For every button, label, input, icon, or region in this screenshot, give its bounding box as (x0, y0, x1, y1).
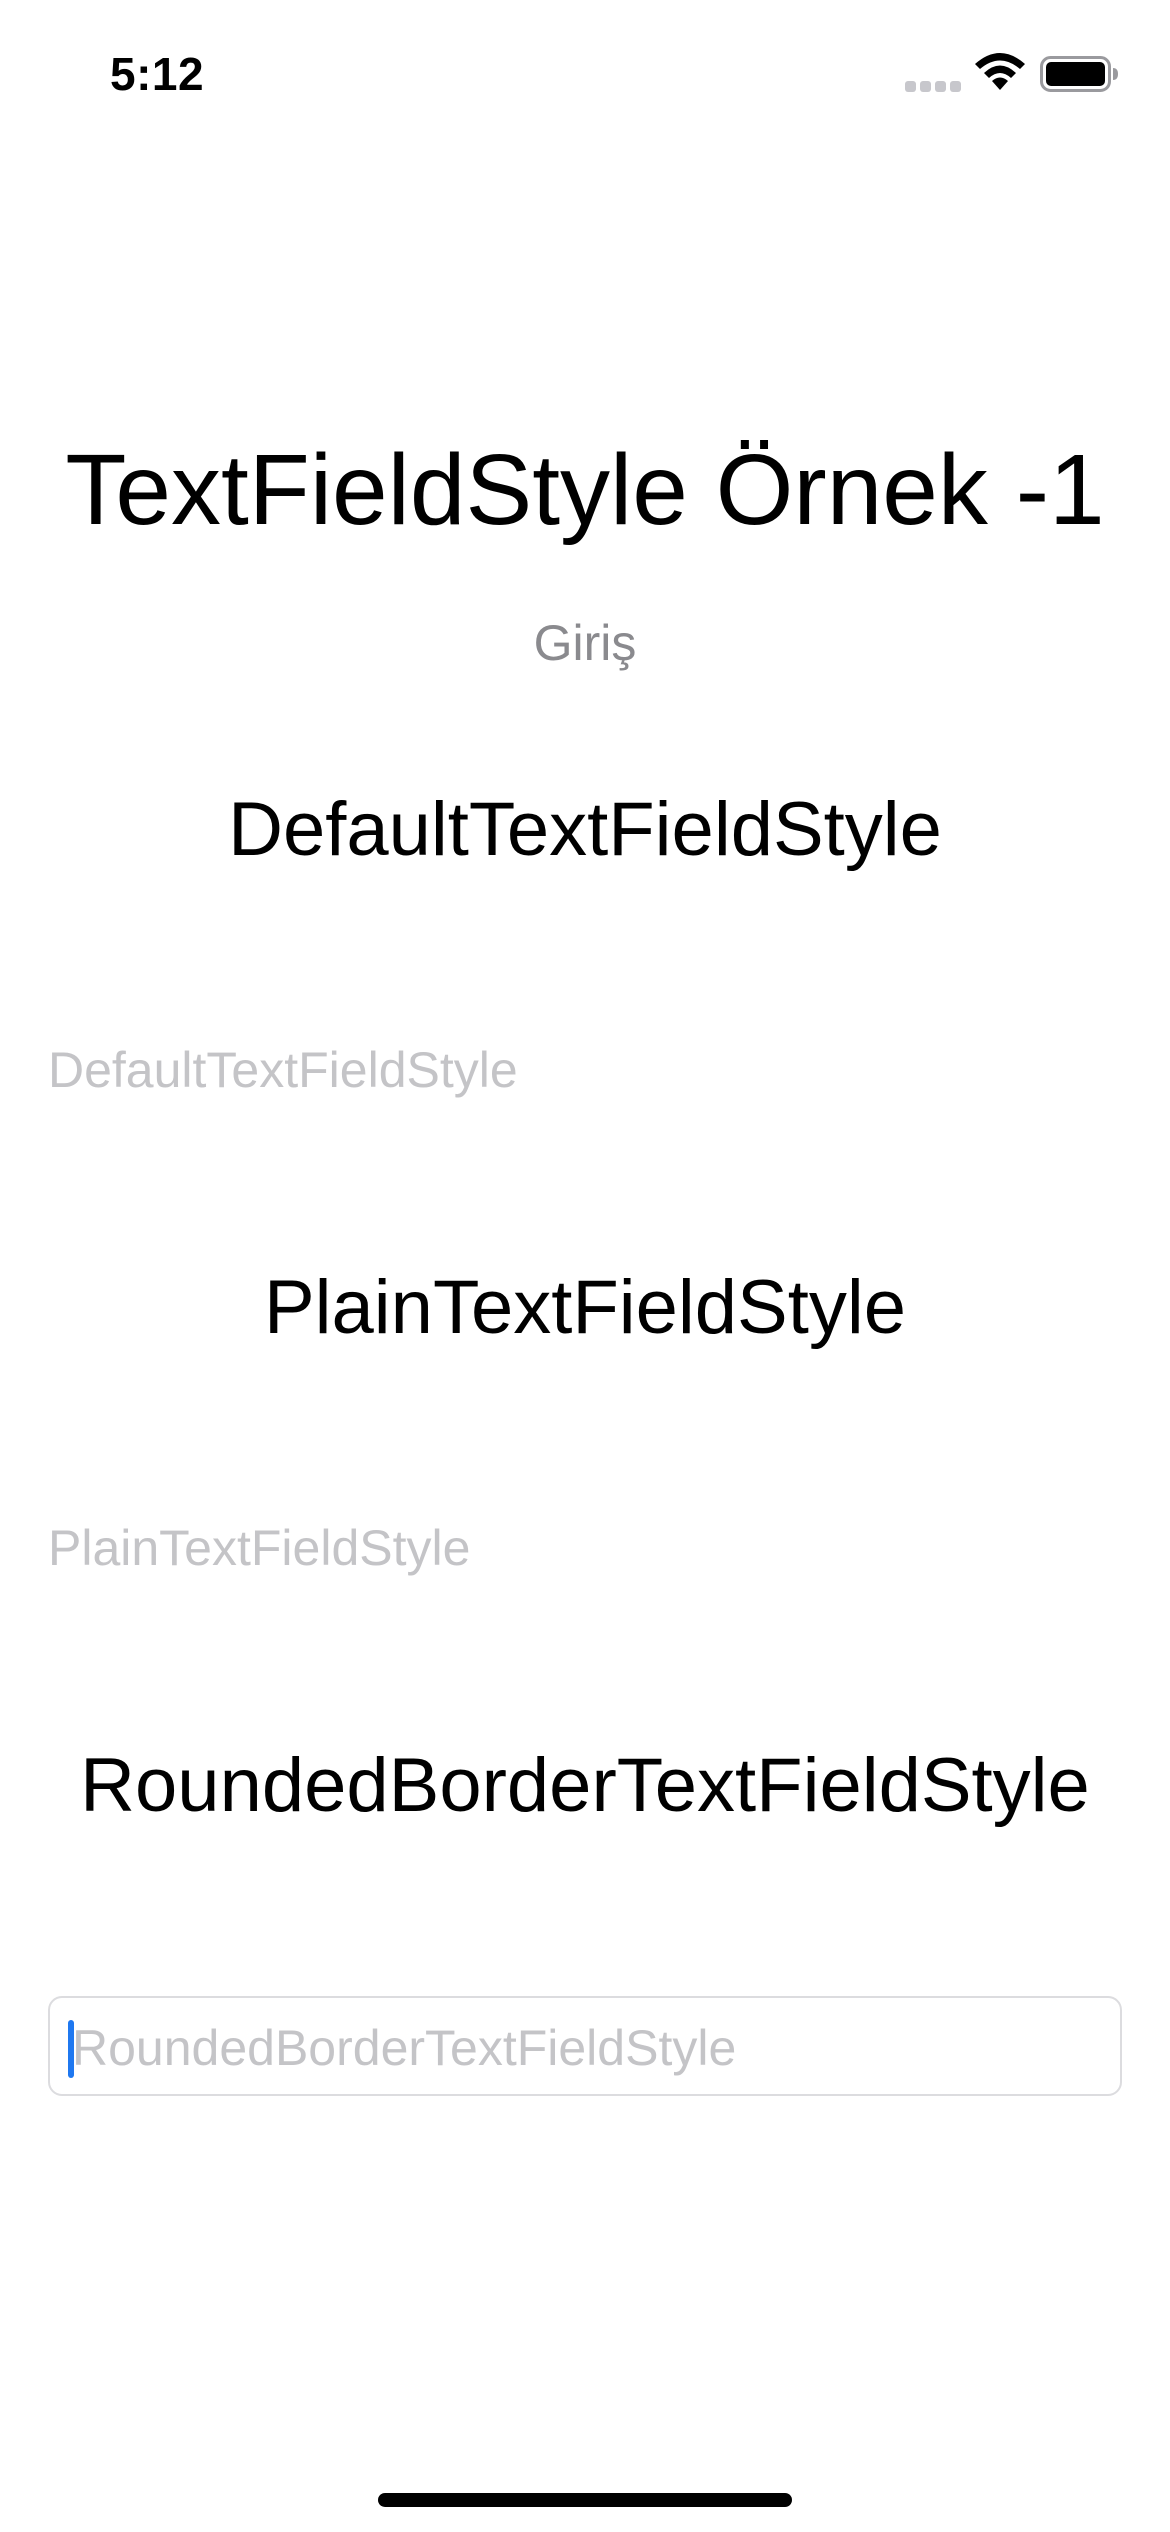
default-style-text-field[interactable] (48, 1030, 1122, 1110)
status-bar-time: 5:12 (110, 48, 205, 100)
battery-icon (1040, 56, 1118, 92)
wifi-icon (975, 53, 1025, 90)
cellular-signal-icon (905, 80, 961, 92)
plain-style-text-field[interactable] (48, 1508, 1122, 1588)
page-subtitle: Giriş (533, 615, 637, 671)
text-cursor (68, 2020, 74, 2078)
plain-style-heading: PlainTextFieldStyle (263, 1265, 907, 1350)
page-title: TextFieldStyle Örnek -1 (65, 434, 1105, 546)
home-indicator[interactable] (378, 2493, 792, 2507)
rounded-border-style-heading: RoundedBorderTextFieldStyle (80, 1743, 1090, 1828)
default-style-heading: DefaultTextFieldStyle (228, 787, 942, 872)
rounded-border-style-text-field[interactable] (72, 2008, 1102, 2088)
